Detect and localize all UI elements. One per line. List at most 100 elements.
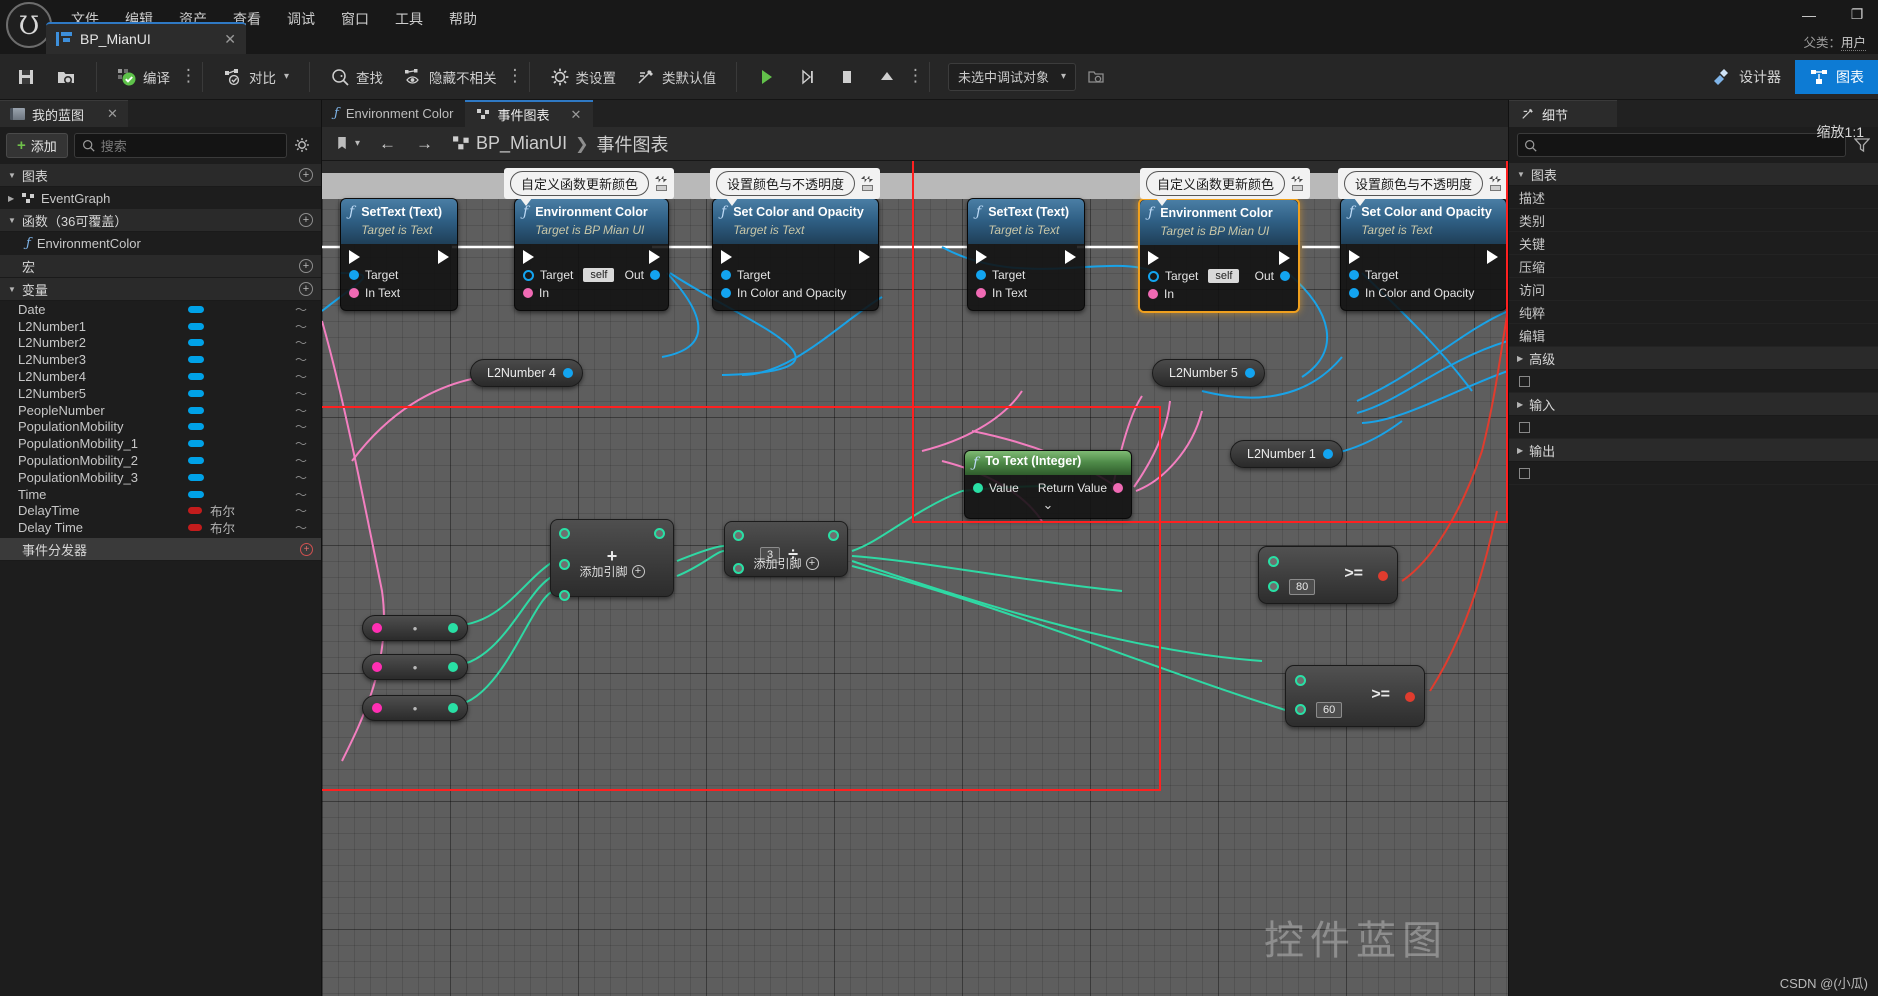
exec-out-pin-icon[interactable] xyxy=(649,250,660,264)
self-value-field[interactable]: self xyxy=(583,268,615,282)
variable-visibility-icon[interactable]: 〜 xyxy=(295,368,307,385)
play-options-icon[interactable] xyxy=(907,72,919,81)
compare-input-a-pin-icon[interactable] xyxy=(1295,675,1306,686)
node-setcolor-2[interactable]: ƒ Set Color and Opacity Target is Text Targ… xyxy=(1340,198,1507,311)
tree-item-environmentcolor[interactable]: ƒ EnvironmentColor xyxy=(0,232,321,255)
variable-row[interactable]: Date 〜 xyxy=(0,301,321,318)
pin-target[interactable]: Target self xyxy=(523,268,615,282)
variable-visibility-icon[interactable]: 〜 xyxy=(295,334,307,351)
variable-type-pill-icon[interactable] xyxy=(188,440,204,448)
variable-visibility-icon[interactable]: 〜 xyxy=(295,418,307,435)
pin-target[interactable]: Target xyxy=(976,268,1025,282)
variable-type-pill-icon[interactable] xyxy=(188,406,204,414)
pin-dot-icon[interactable] xyxy=(523,269,534,281)
pin-dot-icon[interactable] xyxy=(976,288,986,298)
find-button[interactable]: 查找 xyxy=(320,62,393,92)
nav-back-button[interactable]: ← xyxy=(371,134,404,154)
parent-class-value[interactable]: 用户 xyxy=(1840,36,1866,51)
section-variables[interactable]: ▼ 变量 + xyxy=(0,278,321,301)
variable-row[interactable]: PopulationMobility_3 〜 xyxy=(0,469,321,486)
exec-in-pin-icon[interactable] xyxy=(1349,250,1360,264)
details-row[interactable]: 编辑 xyxy=(1509,324,1878,347)
multiply-output-pin-icon[interactable] xyxy=(448,623,458,633)
variable-row[interactable]: Delay Time 布尔 〜 xyxy=(0,519,321,536)
pin-in[interactable]: In xyxy=(523,286,549,300)
details-row[interactable]: 压缩 xyxy=(1509,255,1878,278)
graph-mode-button[interactable]: 图表 xyxy=(1795,59,1878,94)
self-value-field[interactable]: self xyxy=(1208,269,1240,283)
pin-in-color-and-opacity[interactable]: In Color and Opacity xyxy=(721,286,846,300)
chevron-down-icon[interactable]: ▾ xyxy=(284,71,289,82)
variable-visibility-icon[interactable]: 〜 xyxy=(295,502,307,519)
close-icon[interactable]: ✕ xyxy=(107,106,118,122)
plus-icon[interactable]: + xyxy=(805,557,819,570)
pin-comment-icon[interactable] xyxy=(1290,175,1304,192)
compare-input-b-pin-icon[interactable] xyxy=(1268,581,1279,592)
variable-row[interactable]: PopulationMobility_2 〜 xyxy=(0,452,321,469)
variable-visibility-icon[interactable]: 〜 xyxy=(295,452,307,469)
settings-gear-icon[interactable] xyxy=(293,136,313,156)
plus-icon[interactable]: + xyxy=(631,565,645,578)
chevron-icon[interactable]: ▶ xyxy=(1517,400,1523,409)
menu-item-debug[interactable]: 调试 xyxy=(274,5,328,33)
debug-browse-button[interactable] xyxy=(1076,62,1116,92)
variable-visibility-icon[interactable]: 〜 xyxy=(295,301,307,318)
add-pin-button[interactable]: 添加引脚 + xyxy=(551,563,673,580)
details-row[interactable]: 描述 xyxy=(1509,186,1878,209)
pin-target[interactable]: Target xyxy=(349,268,398,282)
details-checkbox-icon[interactable] xyxy=(1519,421,1530,433)
add-macro-icon[interactable]: + xyxy=(299,259,313,273)
variable-type-pill-icon[interactable] xyxy=(188,389,204,397)
math-input-pin-icon[interactable] xyxy=(559,590,570,601)
add-pin-button[interactable]: 添加引脚 + xyxy=(725,555,847,572)
maximize-icon[interactable]: ❐ xyxy=(1846,6,1868,23)
diff-button[interactable]: 对比 ▾ xyxy=(213,62,299,92)
variable-row[interactable]: L2Number4 〜 xyxy=(0,368,321,385)
pin-dot-icon[interactable] xyxy=(973,483,983,493)
pin-in[interactable]: In xyxy=(1148,287,1174,301)
variable-row[interactable]: PeopleNumber 〜 xyxy=(0,402,321,419)
multiply-input-pin-icon[interactable] xyxy=(372,662,382,672)
variable-type-pill-icon[interactable] xyxy=(188,423,204,431)
pin-dot-icon[interactable] xyxy=(1148,270,1159,282)
details-checkbox-icon[interactable] xyxy=(1519,375,1530,387)
pin-dot-icon[interactable] xyxy=(1349,270,1359,280)
chevron-down-icon[interactable]: ▼ xyxy=(8,285,16,294)
section-graphs[interactable]: ▼ 图表 + xyxy=(0,164,321,187)
node-expand-icon[interactable]: ⌄ xyxy=(965,497,1131,511)
pin-return-value[interactable]: Return Value xyxy=(1038,481,1123,495)
compare-input-b-pin-icon[interactable] xyxy=(1295,704,1306,715)
variable-row[interactable]: DelayTime 布尔〜 xyxy=(0,502,321,519)
debug-object-select[interactable]: 未选中调试对象 ▾ xyxy=(948,62,1077,91)
details-row[interactable]: 关键 xyxy=(1509,232,1878,255)
section-event-dispatchers[interactable]: 事件分发器 + xyxy=(0,538,321,562)
details-section-graph[interactable]: ▼ 图表 xyxy=(1509,163,1878,186)
add-button[interactable]: + 添加 xyxy=(6,133,68,158)
node-comment-bubble[interactable]: 设置颜色与不透明度 xyxy=(1338,168,1508,206)
chevron-down-icon[interactable]: ▼ xyxy=(1517,170,1525,179)
pin-dot-icon[interactable] xyxy=(1113,483,1123,493)
pin-in-text[interactable]: In Text xyxy=(349,286,400,300)
add-variable-icon[interactable]: + xyxy=(299,282,313,296)
pin-out[interactable]: Out xyxy=(1255,269,1290,283)
hide-unrelated-button[interactable]: 隐藏不相关 xyxy=(393,62,507,92)
multiply-input-pin-icon[interactable] xyxy=(372,623,382,633)
chevron-icon[interactable]: ▶ xyxy=(1517,354,1523,363)
multiply-node[interactable]: • xyxy=(362,654,468,680)
menu-item-tools[interactable]: 工具 xyxy=(382,5,436,33)
compare-literal-field[interactable]: 60 xyxy=(1316,702,1343,718)
eject-button[interactable] xyxy=(867,62,907,92)
exec-in-pin-icon[interactable] xyxy=(349,250,360,264)
menu-item-help[interactable]: 帮助 xyxy=(436,5,490,33)
pin-dot-icon[interactable] xyxy=(1244,368,1255,378)
node-settext-1[interactable]: ƒ SetText (Text) Target is Text Target In Te… xyxy=(340,198,458,311)
pin-dot-icon[interactable] xyxy=(523,288,533,298)
variable-type-pill-icon[interactable] xyxy=(188,305,204,313)
pin-dot-icon[interactable] xyxy=(721,270,731,280)
designer-mode-button[interactable]: 设计器 xyxy=(1698,60,1795,94)
exec-out-pin-icon[interactable] xyxy=(438,250,449,264)
variable-row[interactable]: L2Number1 〜 xyxy=(0,318,321,335)
exec-out-pin-icon[interactable] xyxy=(1487,250,1498,264)
play-button[interactable] xyxy=(747,62,787,92)
variable-row[interactable]: PopulationMobility_1 〜 xyxy=(0,435,321,452)
